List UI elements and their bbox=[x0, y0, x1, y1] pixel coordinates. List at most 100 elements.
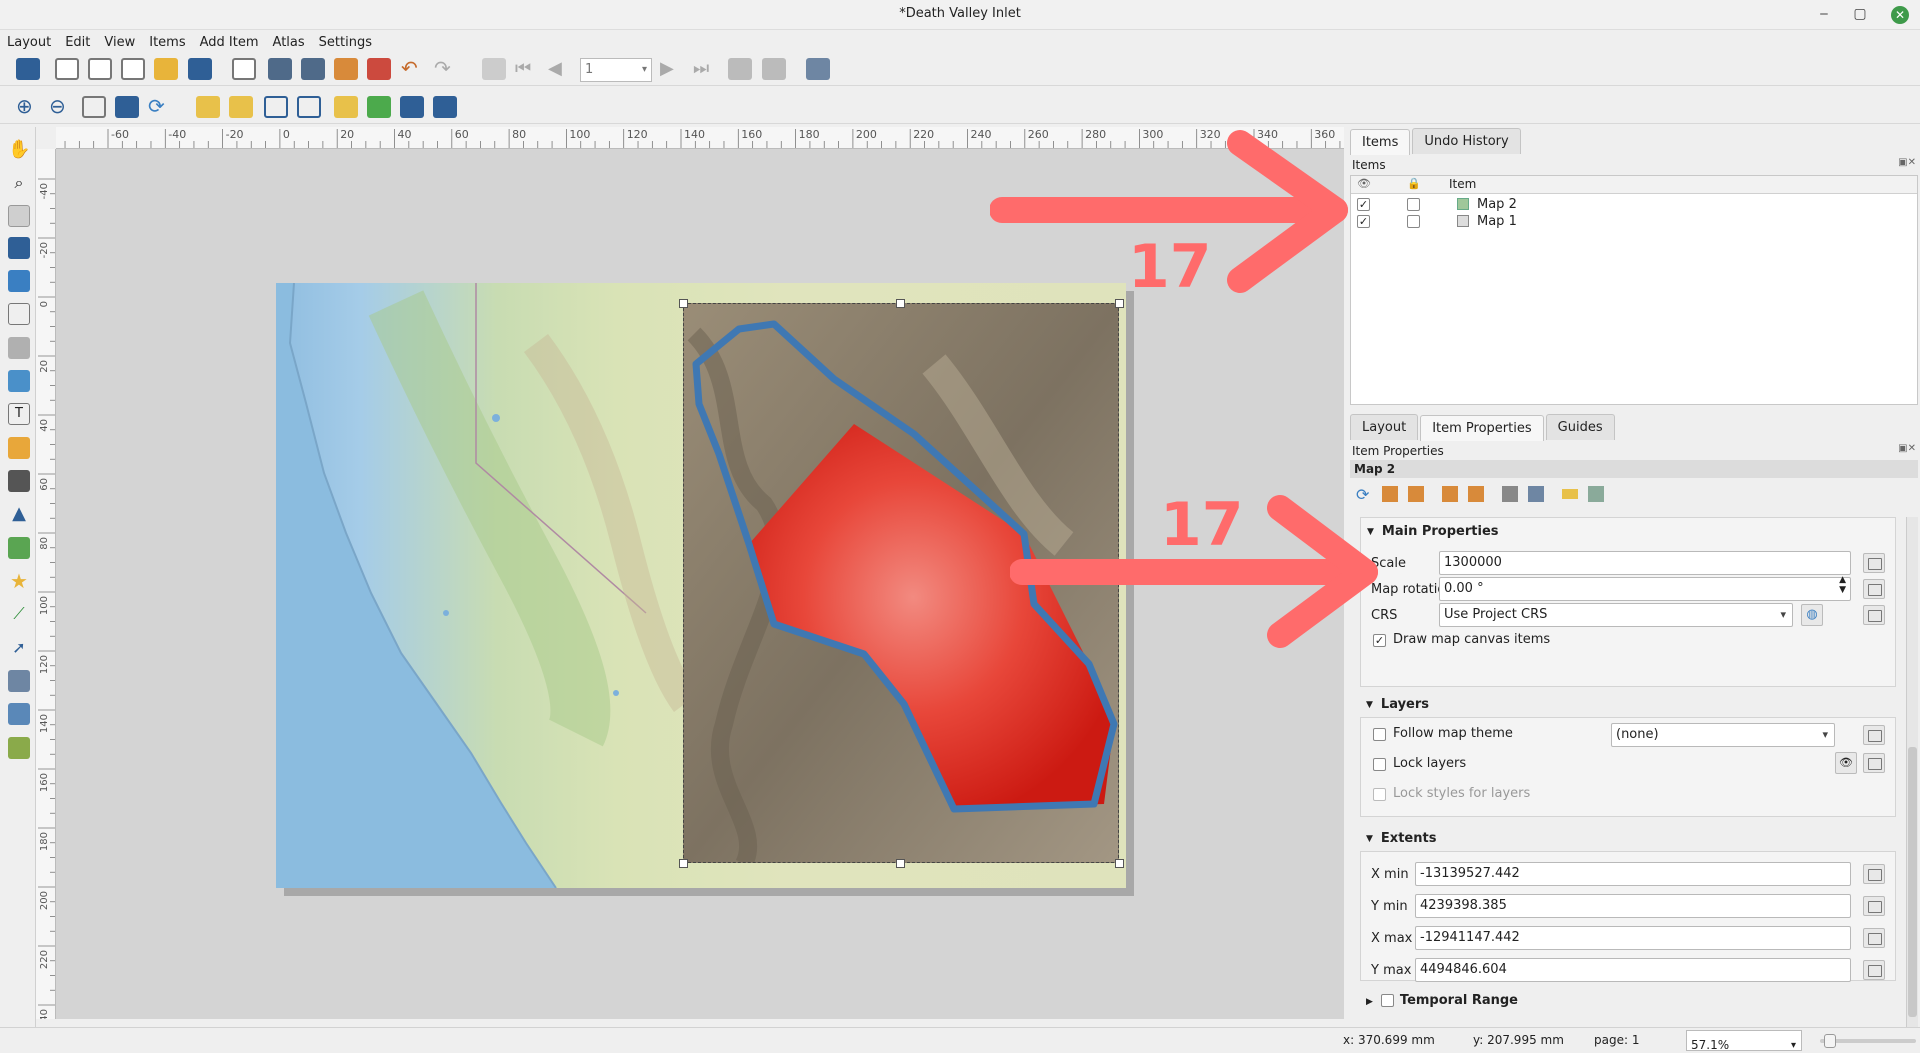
pan-tool-icon[interactable]: ✋ bbox=[8, 139, 30, 161]
temporal-range-checkbox[interactable] bbox=[1380, 994, 1394, 1007]
add-north-arrow-icon[interactable]: ▲ bbox=[8, 503, 30, 525]
print-atlas-icon[interactable] bbox=[728, 58, 752, 80]
add-fixed-table-icon[interactable] bbox=[8, 737, 30, 759]
add-legend-icon[interactable] bbox=[8, 437, 30, 459]
tab-items[interactable]: Items bbox=[1350, 129, 1411, 155]
lock-layers-checkbox[interactable] bbox=[1373, 758, 1386, 771]
bookmarks-icon[interactable] bbox=[1502, 486, 1518, 502]
data-defined-override-icon[interactable] bbox=[1863, 896, 1885, 916]
resize-handle[interactable] bbox=[896, 859, 905, 868]
scale-input[interactable]: 1300000 bbox=[1439, 551, 1851, 575]
save-icon[interactable] bbox=[16, 58, 40, 80]
raise-items-icon[interactable] bbox=[196, 96, 220, 118]
add-scalebar-icon[interactable] bbox=[8, 470, 30, 492]
zoom-slider[interactable] bbox=[1820, 1034, 1916, 1048]
map-rotation-input[interactable]: 0.00 ° ▲ ▼ bbox=[1439, 575, 1851, 601]
open-template-icon[interactable] bbox=[154, 58, 178, 80]
zoom-out-icon[interactable]: ⊖ bbox=[49, 96, 73, 118]
tab-layout[interactable]: Layout bbox=[1350, 414, 1419, 440]
last-feature-icon[interactable]: ⏭ bbox=[693, 58, 717, 80]
atlas-settings-icon[interactable] bbox=[806, 58, 830, 80]
previous-feature-icon[interactable]: ◀ bbox=[548, 58, 572, 80]
refresh-icon[interactable]: ⟳ bbox=[148, 96, 172, 118]
add-map-icon[interactable] bbox=[8, 303, 30, 325]
resize-handle[interactable] bbox=[679, 859, 688, 868]
tree-row[interactable]: ✓ Map 2 bbox=[1351, 196, 1917, 214]
add-polyline-icon[interactable]: ⟋ bbox=[8, 603, 30, 625]
view-scale-icon[interactable] bbox=[1468, 486, 1484, 502]
label-settings-icon[interactable] bbox=[1562, 489, 1578, 499]
first-feature-icon[interactable]: ⏮ bbox=[515, 58, 539, 80]
zoom-select[interactable]: 57.1% ▾ bbox=[1686, 1030, 1802, 1052]
clipping-icon[interactable] bbox=[1528, 486, 1544, 502]
zoom-tool-icon[interactable]: ⌕ bbox=[8, 172, 30, 194]
print-icon[interactable] bbox=[268, 58, 292, 80]
zoom-in-icon[interactable]: ⊕ bbox=[16, 96, 40, 118]
layout-page[interactable] bbox=[276, 283, 1126, 888]
tab-guides[interactable]: Guides bbox=[1545, 414, 1615, 440]
extents-header[interactable]: Extents bbox=[1366, 831, 1437, 846]
spinner-icon[interactable]: ▲ ▼ bbox=[1839, 575, 1846, 595]
redo-icon[interactable]: ↷ bbox=[434, 58, 458, 80]
minimize-button[interactable]: ‒ bbox=[1808, 0, 1840, 30]
tab-undo-history[interactable]: Undo History bbox=[1412, 128, 1521, 154]
add-arrow-icon[interactable]: ➚ bbox=[8, 637, 30, 659]
add-label-icon[interactable]: T bbox=[8, 403, 30, 425]
add-pages-icon[interactable] bbox=[232, 58, 256, 80]
panel-float-close-icon[interactable]: ▣✕ bbox=[1898, 443, 1916, 454]
group-items-icon[interactable] bbox=[264, 96, 288, 118]
data-defined-override-icon[interactable] bbox=[1863, 725, 1885, 745]
resize-handle[interactable] bbox=[679, 299, 688, 308]
distribute-items-icon[interactable] bbox=[367, 96, 391, 118]
item-properties-scroll[interactable]: Main Properties Scale 1300000 Map rotati… bbox=[1348, 517, 1904, 1027]
export-pdf-icon[interactable] bbox=[367, 58, 391, 80]
set-scale-icon[interactable] bbox=[1442, 486, 1458, 502]
move-content-icon[interactable] bbox=[8, 237, 30, 259]
zoom-slider-handle[interactable] bbox=[1824, 1034, 1836, 1048]
new-layout-icon[interactable] bbox=[55, 58, 79, 80]
edit-nodes-icon[interactable] bbox=[8, 270, 30, 292]
data-defined-override-icon[interactable] bbox=[1863, 605, 1885, 625]
xmax-input[interactable]: -12941147.442 bbox=[1415, 926, 1851, 950]
export-svg-icon[interactable] bbox=[334, 58, 358, 80]
save-template-icon[interactable] bbox=[188, 58, 212, 80]
eye-icon[interactable]: 👁 bbox=[1835, 752, 1857, 774]
tree-row[interactable]: ✓ Map 1 bbox=[1351, 213, 1917, 231]
atlas-preview-icon[interactable] bbox=[482, 58, 506, 80]
temporal-icon[interactable] bbox=[1588, 486, 1604, 502]
view-extent-icon[interactable] bbox=[1408, 486, 1424, 502]
data-defined-override-icon[interactable] bbox=[1863, 864, 1885, 884]
crs-selector-icon[interactable]: ◍ bbox=[1801, 604, 1823, 626]
resize-handle[interactable] bbox=[1115, 859, 1124, 868]
tab-item-properties[interactable]: Item Properties bbox=[1420, 415, 1544, 441]
xmin-input[interactable]: -13139527.442 bbox=[1415, 862, 1851, 886]
add-3d-map-icon[interactable] bbox=[8, 337, 30, 359]
ungroup-items-icon[interactable] bbox=[297, 96, 321, 118]
data-defined-override-icon[interactable] bbox=[1863, 960, 1885, 980]
lock-checkbox[interactable] bbox=[1407, 215, 1420, 228]
ymax-input[interactable]: 4494846.604 bbox=[1415, 958, 1851, 982]
follow-theme-checkbox[interactable] bbox=[1373, 728, 1386, 741]
lock-styles-checkbox[interactable] bbox=[1373, 788, 1386, 801]
properties-scrollbar[interactable] bbox=[1906, 517, 1918, 1027]
add-attribute-table-icon[interactable] bbox=[8, 703, 30, 725]
align-items-icon[interactable] bbox=[334, 96, 358, 118]
resize-handle[interactable] bbox=[896, 299, 905, 308]
data-defined-override-icon[interactable] bbox=[1863, 553, 1885, 573]
theme-select[interactable]: (none) bbox=[1611, 723, 1835, 747]
panel-float-close-icon[interactable]: ▣✕ bbox=[1898, 157, 1916, 168]
zoom-full-icon[interactable] bbox=[115, 96, 139, 118]
visibility-checkbox[interactable]: ✓ bbox=[1357, 215, 1370, 228]
layout-manager-icon[interactable] bbox=[121, 58, 145, 80]
layers-header[interactable]: Layers bbox=[1366, 697, 1429, 712]
add-shape-icon[interactable] bbox=[8, 537, 30, 559]
visibility-checkbox[interactable]: ✓ bbox=[1357, 198, 1370, 211]
export-atlas-icon[interactable] bbox=[762, 58, 786, 80]
lock-checkbox[interactable] bbox=[1407, 198, 1420, 211]
export-image-icon[interactable] bbox=[301, 58, 325, 80]
resize-items-icon[interactable] bbox=[400, 96, 424, 118]
page-number-input[interactable]: 1 ▾ bbox=[580, 58, 652, 82]
close-button[interactable]: ✕ bbox=[1884, 0, 1916, 30]
zoom-actual-icon[interactable] bbox=[82, 96, 106, 118]
next-feature-icon[interactable]: ▶ bbox=[660, 58, 684, 80]
